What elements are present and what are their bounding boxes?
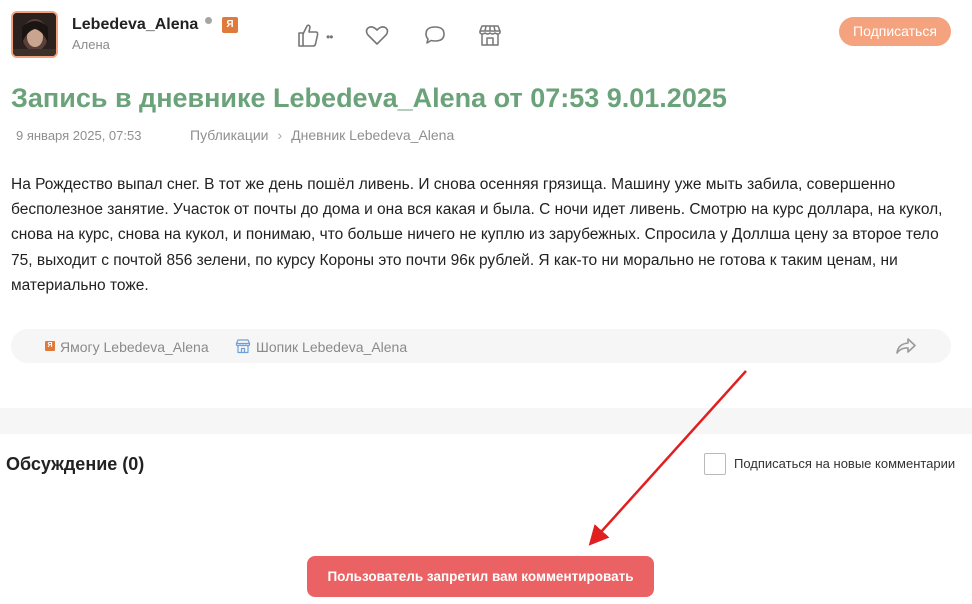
subscribe-comments-label[interactable]: Подписаться на новые комментарии (734, 456, 955, 471)
store-icon[interactable] (477, 22, 503, 48)
tag-bar: Я Ямогу Lebedeva_Alena Шопик Lebedeva_Al… (11, 329, 951, 363)
discussion-title: Обсуждение (0) (6, 454, 145, 474)
breadcrumb-separator: › (277, 127, 283, 143)
tag-shopik[interactable]: Шопик Lebedeva_Alena (256, 339, 407, 355)
share-icon[interactable] (895, 336, 917, 356)
comment-icon[interactable] (422, 22, 448, 48)
user-display-name: Алена (72, 37, 110, 52)
ya-badge: Я (222, 17, 238, 33)
avatar[interactable] (11, 11, 58, 58)
breadcrumb-diary[interactable]: Дневник Lebedeva_Alena (291, 127, 454, 143)
comments-blocked-button[interactable]: Пользователь запретил вам комментировать (307, 556, 654, 597)
username[interactable]: Lebedeva_Alena (72, 16, 198, 34)
breadcrumb: Публикации › Дневник Lebedeva_Alena (190, 127, 454, 143)
thumbs-up-icon[interactable] (296, 22, 322, 48)
breadcrumb-publications[interactable]: Публикации (190, 127, 268, 143)
heart-icon[interactable] (364, 22, 390, 48)
post-date: 9 января 2025, 07:53 (16, 128, 142, 143)
page-title: Запись в дневнике Lebedeva_Alena от 07:5… (11, 83, 727, 113)
store-icon (235, 338, 251, 354)
post-header: Lebedeva_Alena Я Алена •• Подписаться (0, 0, 972, 70)
subscribe-button[interactable]: Подписаться (839, 17, 951, 46)
tag-yamogu[interactable]: Ямогу Lebedeva_Alena (60, 339, 209, 355)
status-dot (205, 17, 212, 24)
post-body: На Рождество выпал снег. В тот же день п… (11, 176, 943, 294)
like-count: •• (326, 30, 333, 44)
section-divider (0, 408, 972, 434)
subscribe-comments-checkbox[interactable] (704, 453, 726, 475)
ya-icon: Я (45, 341, 55, 351)
